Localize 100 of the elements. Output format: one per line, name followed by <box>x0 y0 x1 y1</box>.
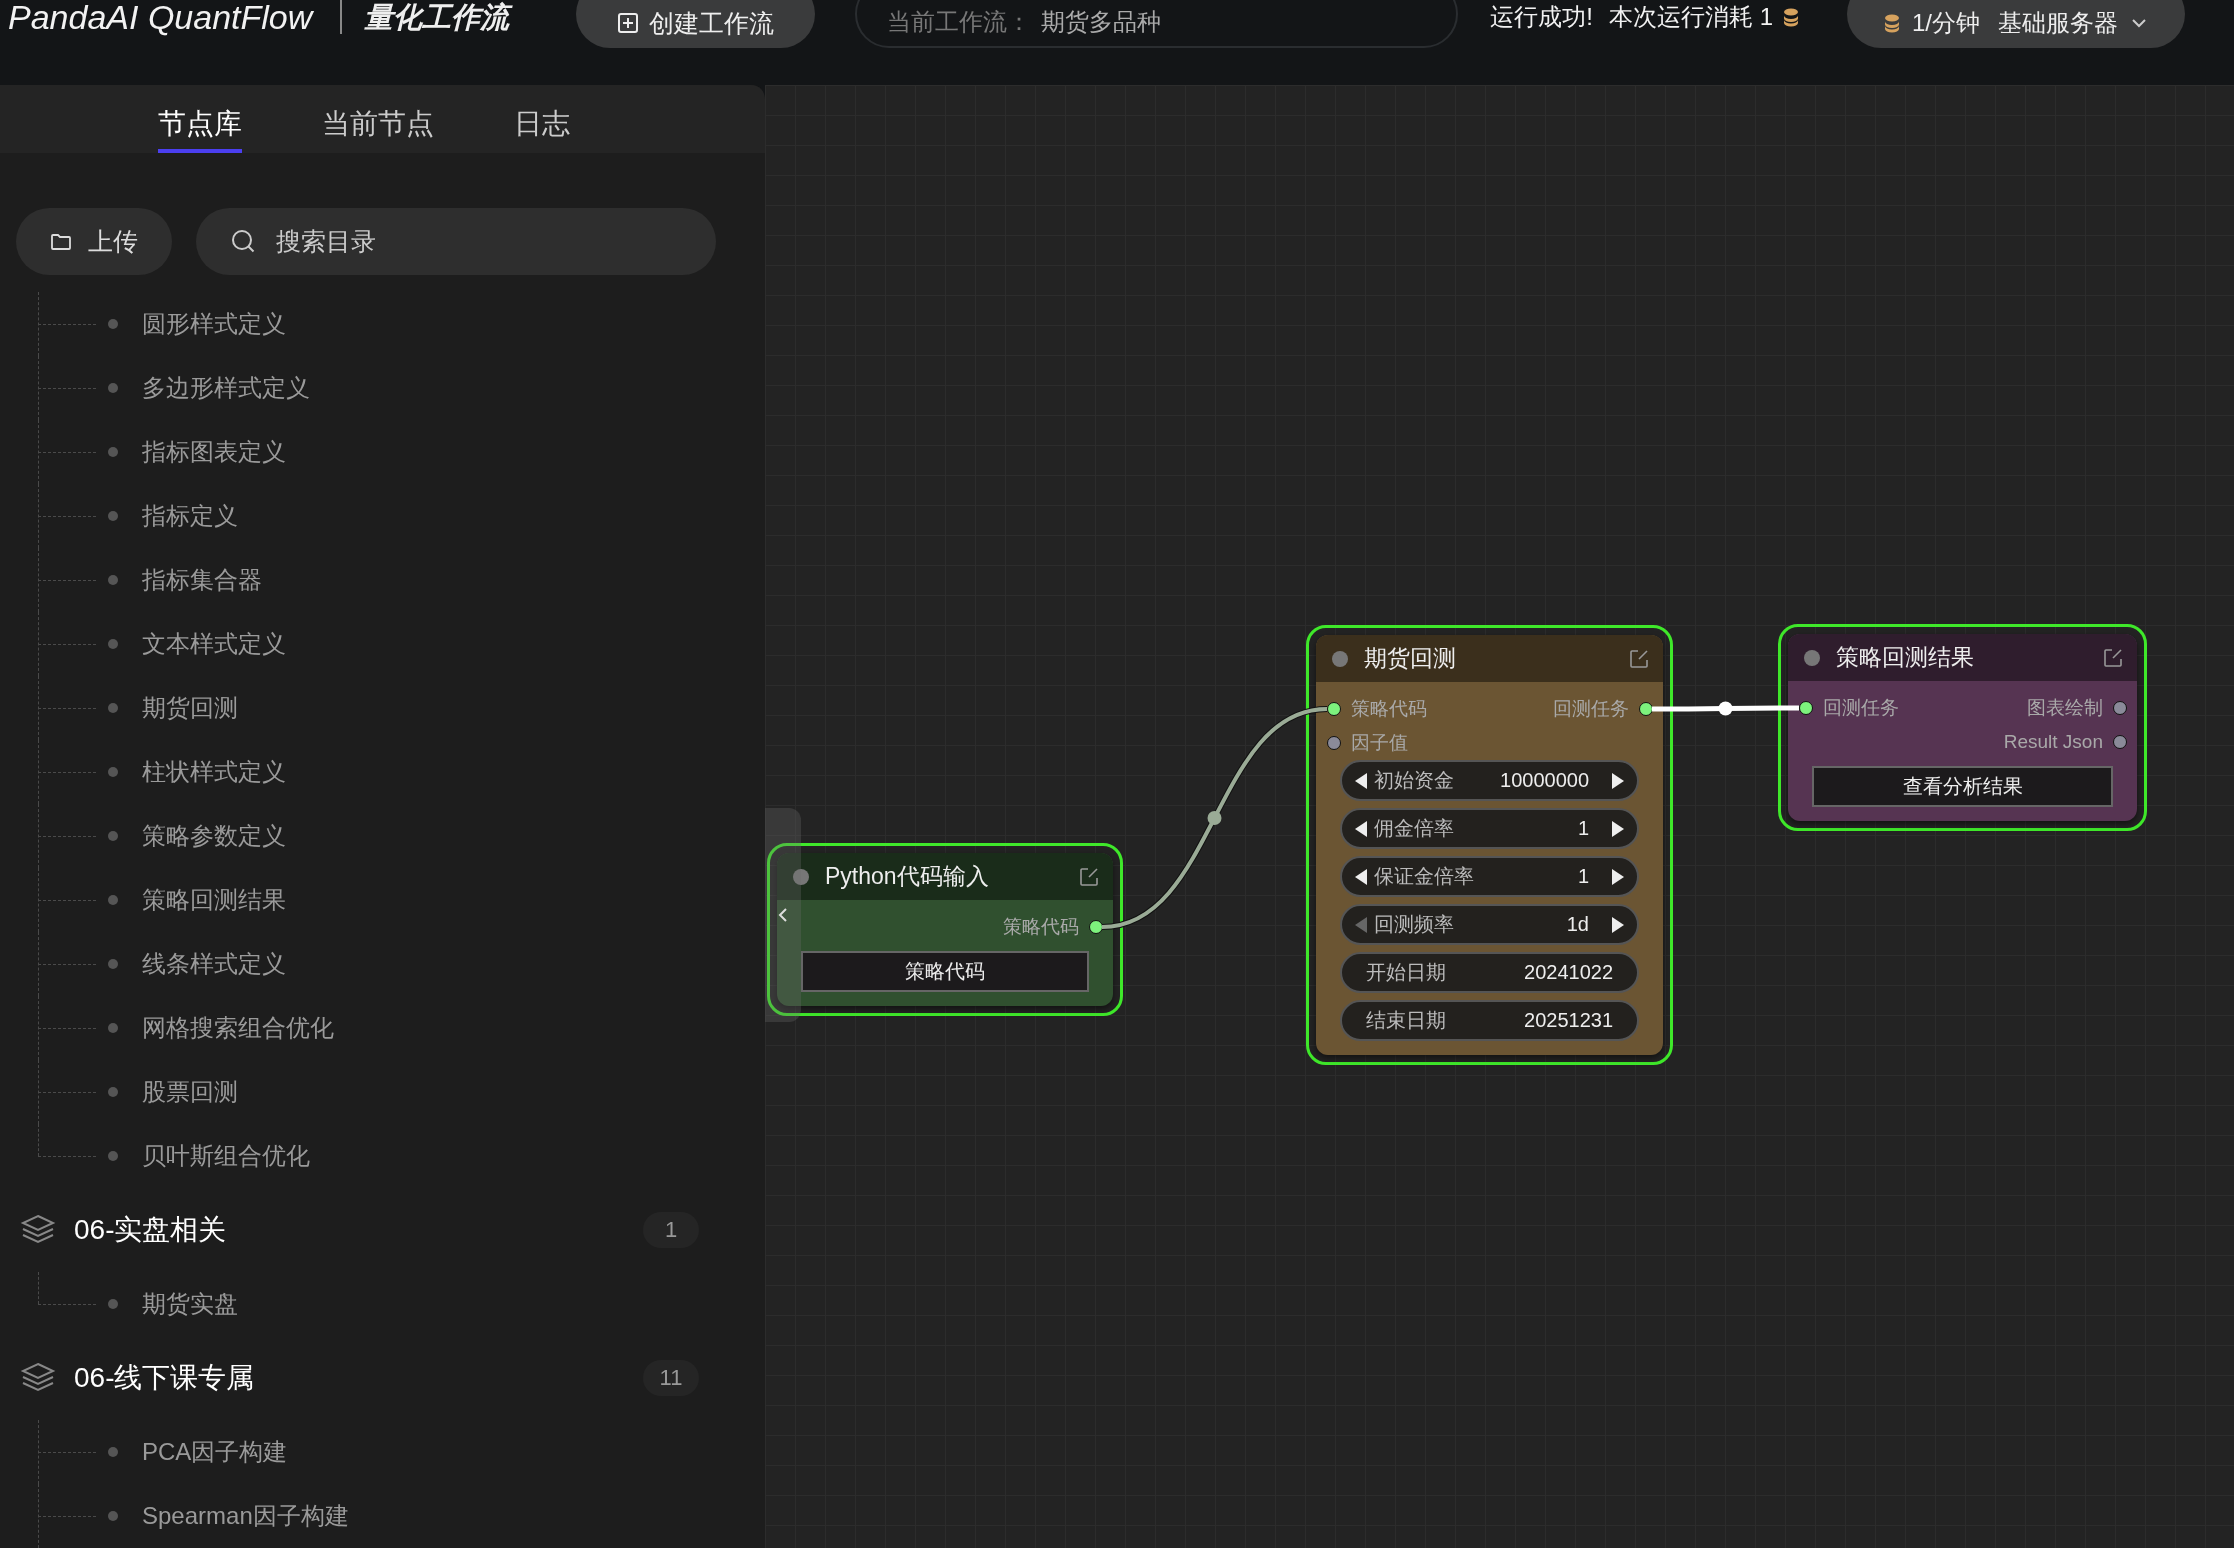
input-port[interactable] <box>1327 736 1341 750</box>
current-workflow-field[interactable]: 当前工作流： 期货多品种 <box>855 0 1459 48</box>
node-card[interactable]: 期货回测 策略代码 回测任务 因子值 初始资金 10000000 佣金倍率 1 保证金倍率 1 回测频率 1d 开始日期 20241022 结束日期 20251231 <box>1316 635 1663 1055</box>
widget-value: 10000000 <box>1500 769 1589 792</box>
bullet-icon <box>108 959 118 969</box>
port-label: 策略代码 <box>1003 915 1079 939</box>
widget-label: 回测频率 <box>1374 912 1455 937</box>
tree-item[interactable]: 线条样式定义 <box>0 932 765 996</box>
number-stepper[interactable]: 回测频率 1d <box>1340 904 1639 945</box>
node-title: Python代码输入 <box>825 862 990 891</box>
widget-value: 20251231 <box>1524 1009 1613 1032</box>
triangle-left-icon[interactable] <box>1354 771 1368 790</box>
plus-square-icon <box>617 12 640 34</box>
tree-item[interactable]: 策略回测结果 <box>0 868 765 932</box>
port-label: 策略代码 <box>1351 697 1427 721</box>
port-label: 图表绘制 <box>2027 696 2103 720</box>
output-port[interactable] <box>1089 920 1103 934</box>
widget-label: 保证金倍率 <box>1374 864 1475 889</box>
port-label: 因子值 <box>1351 731 1408 755</box>
chevron-left-icon <box>777 906 789 924</box>
edit-icon[interactable] <box>2103 647 2123 668</box>
tree-item[interactable]: 贝叶斯组合优化 <box>0 1124 765 1188</box>
tab[interactable]: 节点库 <box>158 85 242 153</box>
triangle-left-icon[interactable] <box>1354 819 1368 838</box>
tab[interactable]: 日志 <box>514 85 570 153</box>
node-header[interactable]: 策略回测结果 <box>1788 634 2137 681</box>
field-value: 期货多品种 <box>1041 7 1162 37</box>
bullet-icon <box>108 1087 118 1097</box>
search-field[interactable]: 搜索目录 <box>196 208 716 275</box>
tree-item[interactable]: 期货实盘 <box>0 1272 765 1336</box>
triangle-right-icon[interactable] <box>1611 867 1625 886</box>
triangle-left-icon[interactable] <box>1354 867 1368 886</box>
tree-item[interactable]: PCA因子构建 <box>0 1420 765 1484</box>
triangle-right-icon[interactable] <box>1611 819 1625 838</box>
input-port[interactable] <box>1799 701 1813 715</box>
output-port[interactable] <box>2113 701 2127 715</box>
node-canvas[interactable]: Python代码输入 策略代码 策略代码 期货回测 策略代码 回测任务 因子值 初始资金 10000000 佣金倍率 1 保证金倍率 1 回测频率 1d 开始日期 20241022 结束日期 20251231 策略回测结果 回测任务 图表绘制 Result Json 查看分析结果 <box>765 85 2234 1548</box>
tree-item[interactable]: Spearman因子构建 <box>0 1484 765 1548</box>
connection-line[interactable] <box>1652 701 1799 716</box>
tree-item[interactable]: 柱状样式定义 <box>0 740 765 804</box>
widget-value: 20241022 <box>1524 961 1613 984</box>
count-badge: 1 <box>643 1212 699 1248</box>
text-widget[interactable]: 开始日期 20241022 <box>1340 952 1639 993</box>
status-message: 运行成功! <box>1490 2 1593 32</box>
tree-item[interactable]: 圆形样式定义 <box>0 292 765 356</box>
number-stepper[interactable]: 佣金倍率 1 <box>1340 808 1639 849</box>
bullet-icon <box>108 639 118 649</box>
bullet-icon <box>108 1511 118 1521</box>
edit-icon[interactable] <box>1629 648 1649 669</box>
category-title: 06-实盘相关 <box>74 1213 227 1247</box>
search-icon <box>230 228 256 254</box>
number-stepper[interactable]: 初始资金 10000000 <box>1340 760 1639 801</box>
tree-item[interactable]: 多边形样式定义 <box>0 356 765 420</box>
tree-item[interactable]: 策略参数定义 <box>0 804 765 868</box>
chevron-down-icon <box>2130 17 2148 29</box>
edit-icon[interactable] <box>1079 866 1099 887</box>
status-dot-icon <box>793 868 809 885</box>
tree-item[interactable]: 指标集合器 <box>0 548 765 612</box>
bullet-icon <box>108 319 118 329</box>
category-header[interactable]: 06-线下课专属 11 <box>0 1336 765 1420</box>
tree-item[interactable]: 股票回测 <box>0 1060 765 1124</box>
widget-value: 1 <box>1577 865 1589 888</box>
node-button[interactable]: 策略代码 <box>801 951 1089 992</box>
bullet-icon <box>108 1447 118 1457</box>
node-card[interactable]: Python代码输入 策略代码 策略代码 <box>777 853 1113 1006</box>
tab[interactable]: 当前节点 <box>322 85 434 153</box>
bullet-icon <box>108 703 118 713</box>
input-port[interactable] <box>1327 702 1341 716</box>
rate-label: 1/分钟 <box>1911 8 1980 38</box>
node-title: 策略回测结果 <box>1836 643 1975 672</box>
tree-item[interactable]: 指标定义 <box>0 484 765 548</box>
connection-line[interactable] <box>1101 706 1328 930</box>
widget-label: 开始日期 <box>1366 960 1447 985</box>
node-card[interactable]: 策略回测结果 回测任务 图表绘制 Result Json 查看分析结果 <box>1788 634 2137 821</box>
create-workflow-button[interactable]: 创建工作流 <box>576 0 816 48</box>
field-label: 当前工作流： <box>887 7 1032 37</box>
output-port[interactable] <box>2113 735 2127 749</box>
text-widget[interactable]: 结束日期 20251231 <box>1340 1000 1639 1041</box>
upload-button[interactable]: 上传 <box>16 208 172 275</box>
node-button[interactable]: 查看分析结果 <box>1812 766 2113 807</box>
triangle-right-icon[interactable] <box>1611 771 1625 790</box>
port-label: 回测任务 <box>1823 696 1899 720</box>
collapse-handle[interactable] <box>765 808 801 1022</box>
run-cost: 本次运行消耗 1 <box>1608 2 1773 32</box>
coin-stack-icon <box>1783 7 1799 27</box>
node-header[interactable]: 期货回测 <box>1316 635 1663 682</box>
bullet-icon <box>108 575 118 585</box>
status-dot-icon <box>1804 649 1820 666</box>
tree-item[interactable]: 期货回测 <box>0 676 765 740</box>
category-header[interactable]: 06-实盘相关 1 <box>0 1188 765 1272</box>
tree-item[interactable]: 网格搜索组合优化 <box>0 996 765 1060</box>
output-port[interactable] <box>1639 702 1653 716</box>
triangle-right-icon[interactable] <box>1611 915 1625 934</box>
node-title: 期货回测 <box>1364 644 1457 673</box>
number-stepper[interactable]: 保证金倍率 1 <box>1340 856 1639 897</box>
tree-item[interactable]: 指标图表定义 <box>0 420 765 484</box>
server-dropdown[interactable]: 1/分钟 基础服务器 <box>1847 0 2185 48</box>
node-header[interactable]: Python代码输入 <box>777 853 1113 900</box>
category-title: 06-线下课专属 <box>74 1361 255 1395</box>
tree-item[interactable]: 文本样式定义 <box>0 612 765 676</box>
